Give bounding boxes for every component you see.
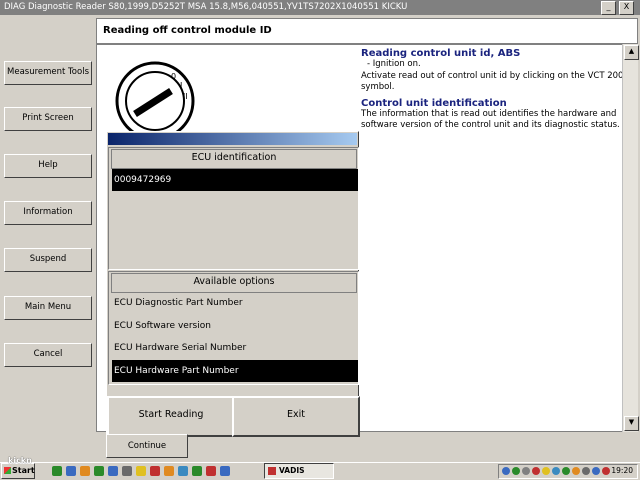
tray-icon-3[interactable] (522, 467, 530, 475)
quicklaunch-icon-1[interactable] (52, 466, 62, 476)
scroll-up-icon[interactable]: ▲ (624, 45, 639, 60)
available-options-header: Available options (111, 273, 357, 293)
option-software-version[interactable]: ECU Software version (112, 315, 358, 337)
option-hardware-serial-number[interactable]: ECU Hardware Serial Number (112, 337, 358, 359)
tray-icon-10[interactable] (592, 467, 600, 475)
tray-icon-5[interactable] (542, 467, 550, 475)
suspend-button[interactable]: Suspend (4, 248, 92, 272)
start-label: Start (12, 466, 35, 475)
help-instruction: Activate read out of control unit id by … (361, 70, 629, 93)
taskbar-item-vadis[interactable]: VADIS (264, 463, 334, 479)
tray-icon-11[interactable] (602, 467, 610, 475)
quicklaunch-icon-6[interactable] (122, 466, 132, 476)
tray-icon-9[interactable] (582, 467, 590, 475)
quicklaunch-icon-5[interactable] (108, 466, 118, 476)
quicklaunch-icon-8[interactable] (150, 466, 160, 476)
chrome-icon[interactable] (220, 466, 230, 476)
measurement-tools-button[interactable]: Measurement Tools (4, 61, 92, 85)
help-section-title-2: Control unit identification (361, 97, 507, 109)
quicklaunch-icon-3[interactable] (80, 466, 90, 476)
quicklaunch-icon-11[interactable] (192, 466, 202, 476)
vadis-icon (268, 467, 276, 475)
help-button[interactable]: Help (4, 154, 92, 178)
information-button[interactable]: Information (4, 201, 92, 225)
help-description: The information that is read out identif… (361, 108, 620, 131)
print-screen-button[interactable]: Print Screen (4, 107, 92, 131)
help-section-title: Reading control unit id, ABS (361, 48, 521, 59)
quicklaunch-icon-2[interactable] (66, 466, 76, 476)
window-title: DIAG Diagnostic Reader S80,1999,D5252T M… (4, 2, 408, 12)
dialog-title-bar (108, 133, 357, 145)
ecu-id-value[interactable]: 0009472969 (112, 169, 358, 191)
windows-logo-icon (4, 467, 11, 474)
tray-icon-2[interactable] (512, 467, 520, 475)
window-title-bar: DIAG Diagnostic Reader S80,1999,D5252T M… (0, 0, 640, 15)
ignition-label-0: 0 (171, 72, 176, 81)
tray-icon-7[interactable] (562, 467, 570, 475)
quicklaunch-icon-12[interactable] (206, 466, 216, 476)
quicklaunch-icon-9[interactable] (164, 466, 174, 476)
taskbar-item-label: VADIS (279, 466, 305, 475)
close-button[interactable]: X (619, 1, 634, 15)
cancel-button[interactable]: Cancel (4, 343, 92, 367)
option-hardware-part-number[interactable]: ECU Hardware Part Number (112, 360, 358, 382)
ignition-label-1: I (180, 81, 182, 90)
start-button[interactable]: Start (1, 463, 35, 479)
continue-button[interactable]: Continue (106, 434, 188, 458)
watermark: kickn (8, 456, 32, 465)
main-menu-button[interactable]: Main Menu (4, 296, 92, 320)
ignition-label-2: II (183, 92, 188, 101)
help-bullet: - Ignition on. (367, 59, 421, 69)
help-text: Reading control unit id, ABS - Ignition … (361, 48, 631, 132)
quicklaunch-icon-7[interactable] (136, 466, 146, 476)
quicklaunch-icon-4[interactable] (94, 466, 104, 476)
page-title: Reading off control module ID (96, 18, 638, 44)
available-options-panel: Available options ECU Diagnostic Part Nu… (108, 271, 359, 385)
ecu-identification-panel: ECU identification 0009472969 (108, 147, 359, 270)
clock: 19:20 (611, 466, 633, 475)
option-diagnostic-part-number[interactable]: ECU Diagnostic Part Number (112, 292, 358, 314)
tray-icon-8[interactable] (572, 467, 580, 475)
tray-icon-6[interactable] (552, 467, 560, 475)
minimize-button[interactable]: _ (601, 1, 616, 15)
exit-button[interactable]: Exit (232, 396, 360, 437)
tray-icon-1[interactable] (502, 467, 510, 475)
start-reading-button[interactable]: Start Reading (107, 396, 235, 437)
ecu-identification-header: ECU identification (111, 149, 357, 169)
scroll-down-icon[interactable]: ▼ (624, 416, 639, 431)
ecu-dialog: ECU identification 0009472969 Available … (106, 131, 359, 435)
vertical-scrollbar[interactable]: ▲ ▼ (622, 44, 639, 432)
tray-icon-4[interactable] (532, 467, 540, 475)
quicklaunch-icon-10[interactable] (178, 466, 188, 476)
